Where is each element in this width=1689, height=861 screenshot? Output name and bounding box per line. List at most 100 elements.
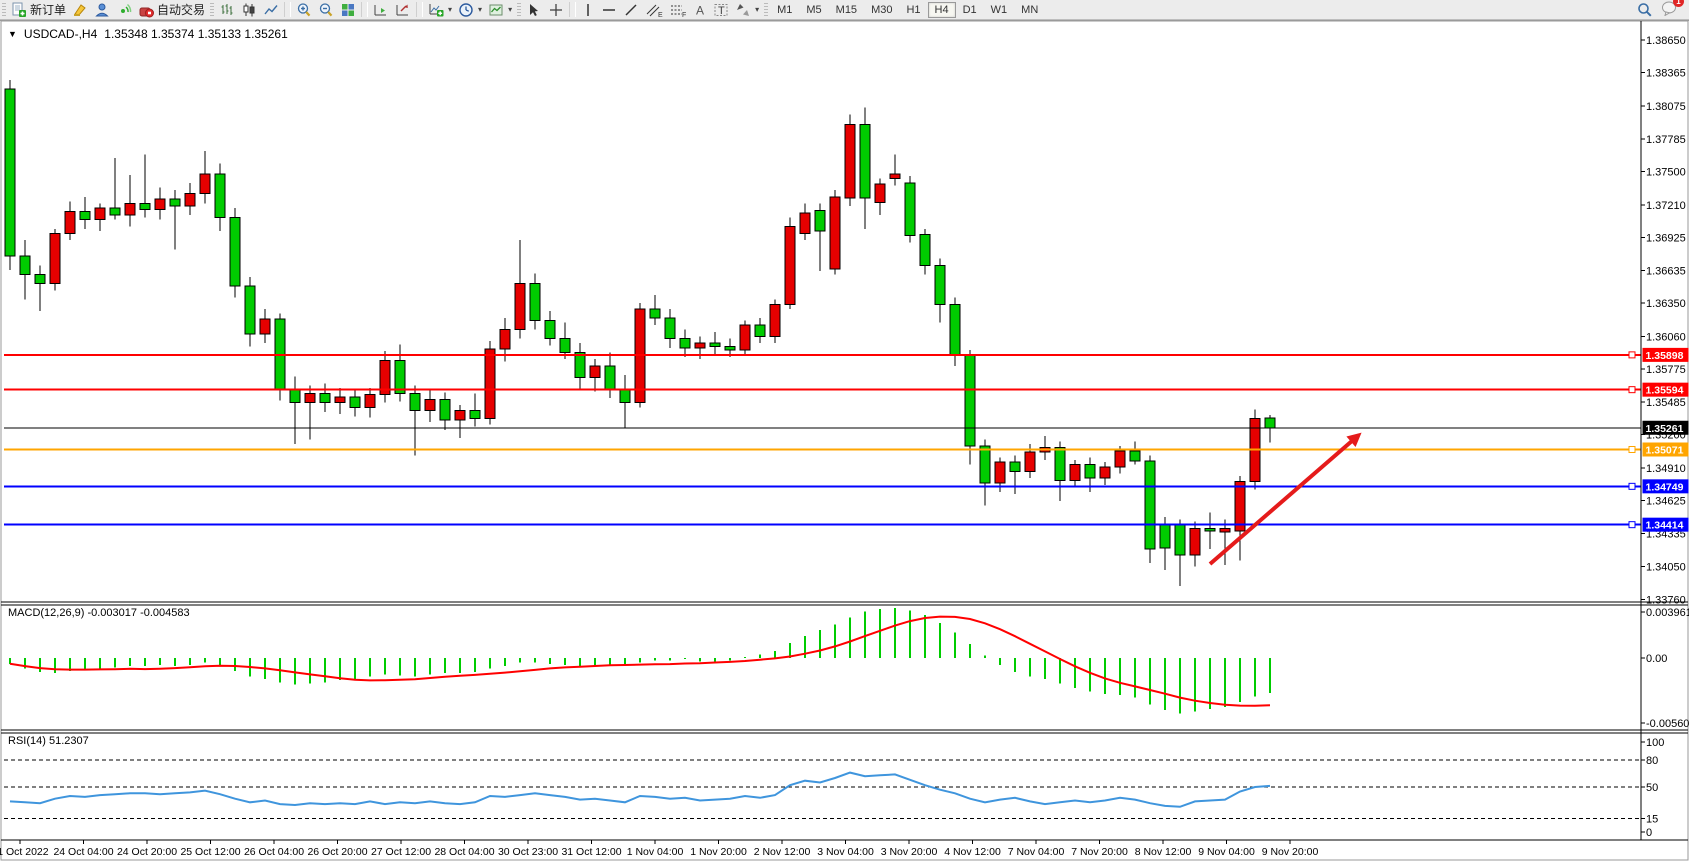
toolbar-grip[interactable] — [2, 3, 6, 17]
crosshair-button[interactable] — [545, 1, 567, 19]
collapse-triangle-icon[interactable]: ▼ — [8, 29, 17, 39]
fibonacci-icon: F — [669, 2, 687, 18]
periods-button[interactable]: ▾ — [455, 1, 485, 19]
line-handle — [1629, 352, 1635, 358]
chart-shift-icon — [395, 2, 411, 18]
line-handle — [1629, 387, 1635, 393]
toolbar-separator — [416, 2, 423, 17]
svg-text:1.34749: 1.34749 — [1646, 481, 1684, 493]
fibonacci-button[interactable]: F — [666, 1, 690, 19]
auto-scroll-button[interactable] — [370, 1, 392, 19]
autotrading-button[interactable]: 自动交易 — [135, 1, 208, 19]
svg-text:80: 80 — [1646, 755, 1658, 767]
text-label-button[interactable]: T — [710, 1, 732, 19]
toolbar-grip[interactable] — [764, 3, 768, 17]
chart-window[interactable]: ▼ USDCAD-,H4 1.35348 1.35374 1.35133 1.3… — [0, 20, 1689, 861]
svg-text:1.35261: 1.35261 — [1646, 423, 1684, 435]
timeframe-button-D1[interactable]: D1 — [956, 2, 984, 18]
signals-button[interactable] — [113, 1, 135, 19]
timeframe-button-M30[interactable]: M30 — [864, 2, 899, 18]
svg-text:26 Oct 20:00: 26 Oct 20:00 — [307, 846, 367, 858]
indicators-button[interactable]: ▾ — [425, 1, 455, 19]
timeframe-button-H1[interactable]: H1 — [899, 2, 927, 18]
svg-text:3 Nov 20:00: 3 Nov 20:00 — [881, 846, 938, 858]
line-handle — [1629, 522, 1635, 528]
svg-text:1.34910: 1.34910 — [1646, 463, 1686, 475]
timeframe-button-MN[interactable]: MN — [1014, 2, 1045, 18]
line-handle — [1629, 483, 1635, 489]
vertical-line-button[interactable] — [578, 1, 598, 19]
timeframe-button-W1[interactable]: W1 — [984, 2, 1015, 18]
svg-text:26 Oct 04:00: 26 Oct 04:00 — [244, 846, 304, 858]
search-icon[interactable] — [1637, 2, 1653, 18]
svg-text:1 Nov 20:00: 1 Nov 20:00 — [690, 846, 747, 858]
dropdown-caret-icon: ▾ — [508, 5, 512, 14]
horizontal-line-button[interactable] — [598, 1, 620, 19]
svg-text:-0.005601: -0.005601 — [1646, 718, 1689, 730]
arrows-button[interactable]: ▾ — [732, 1, 762, 19]
svg-text:1.36635: 1.36635 — [1646, 266, 1686, 278]
tile-windows-button[interactable] — [337, 1, 359, 19]
svg-text:1.33760: 1.33760 — [1646, 595, 1686, 607]
svg-text:9 Nov 04:00: 9 Nov 04:00 — [1198, 846, 1255, 858]
timeframe-button-M15[interactable]: M15 — [829, 2, 864, 18]
timeframe-button-M5[interactable]: M5 — [799, 2, 828, 18]
chart-shift-button[interactable] — [392, 1, 414, 19]
notifications-button[interactable]: 1 — [1661, 0, 1679, 19]
highlighter-icon — [72, 2, 88, 18]
channel-icon: E — [645, 2, 663, 18]
toolbar-grip[interactable] — [210, 3, 214, 17]
svg-text:15: 15 — [1646, 814, 1658, 826]
crosshair-icon — [548, 2, 564, 18]
svg-text:8 Nov 12:00: 8 Nov 12:00 — [1135, 846, 1192, 858]
text-label-icon: T — [713, 2, 729, 18]
new-order-button[interactable]: 新订单 — [8, 1, 69, 19]
trendline-button[interactable] — [620, 1, 642, 19]
tile-windows-icon — [340, 2, 356, 18]
dropdown-caret-icon: ▾ — [448, 5, 452, 14]
new-order-label: 新订单 — [30, 1, 66, 18]
autotrading-icon — [138, 2, 154, 18]
text-icon: A — [693, 2, 707, 18]
svg-text:30 Oct 23:00: 30 Oct 23:00 — [498, 846, 558, 858]
svg-text:1.38365: 1.38365 — [1646, 68, 1686, 80]
svg-text:0.003961: 0.003961 — [1646, 607, 1689, 619]
toolbar-separator — [284, 2, 291, 17]
svg-text:1.38075: 1.38075 — [1646, 101, 1686, 113]
svg-text:T: T — [718, 5, 725, 17]
equidistant-channel-button[interactable]: E — [642, 1, 666, 19]
svg-text:28 Oct 04:00: 28 Oct 04:00 — [434, 846, 494, 858]
svg-text:24 Oct 20:00: 24 Oct 20:00 — [117, 846, 177, 858]
svg-text:0.00: 0.00 — [1646, 653, 1667, 665]
chart-symbol-period: USDCAD-,H4 — [24, 27, 97, 41]
cursor-button[interactable] — [523, 1, 545, 19]
main-toolbar: 新订单 自动交易 — [0, 0, 1689, 20]
line-chart-button[interactable] — [260, 1, 282, 19]
bar-chart-button[interactable] — [216, 1, 238, 19]
chart-canvas[interactable]: 1.386501.383651.380751.377851.375001.372… — [0, 21, 1689, 861]
trendline-icon — [623, 2, 639, 18]
svg-text:50: 50 — [1646, 782, 1658, 794]
timeframe-button-M1[interactable]: M1 — [770, 2, 799, 18]
svg-text:1.37500: 1.37500 — [1646, 167, 1686, 179]
community-button[interactable] — [91, 1, 113, 19]
zoom-out-button[interactable] — [315, 1, 337, 19]
svg-text:100: 100 — [1646, 737, 1664, 749]
svg-text:7 Nov 04:00: 7 Nov 04:00 — [1008, 846, 1065, 858]
candlestick-chart-button[interactable] — [238, 1, 260, 19]
timeframe-button-H4[interactable]: H4 — [928, 2, 956, 18]
horizontal-line-icon — [601, 2, 617, 18]
mt4-terminal: 新订单 自动交易 — [0, 0, 1689, 861]
highlighter-button[interactable] — [69, 1, 91, 19]
text-button[interactable]: A — [690, 1, 710, 19]
svg-text:4 Nov 12:00: 4 Nov 12:00 — [944, 846, 1001, 858]
dropdown-caret-icon: ▾ — [755, 5, 759, 14]
svg-text:1.36350: 1.36350 — [1646, 298, 1686, 310]
toolbar-separator — [569, 2, 576, 17]
toolbar-grip[interactable] — [517, 3, 521, 17]
zoom-in-button[interactable] — [293, 1, 315, 19]
community-person-icon — [94, 2, 110, 18]
svg-text:27 Oct 12:00: 27 Oct 12:00 — [371, 846, 431, 858]
templates-button[interactable]: ▾ — [485, 1, 515, 19]
rsi-indicator-label: RSI(14) 51.2307 — [8, 735, 89, 747]
